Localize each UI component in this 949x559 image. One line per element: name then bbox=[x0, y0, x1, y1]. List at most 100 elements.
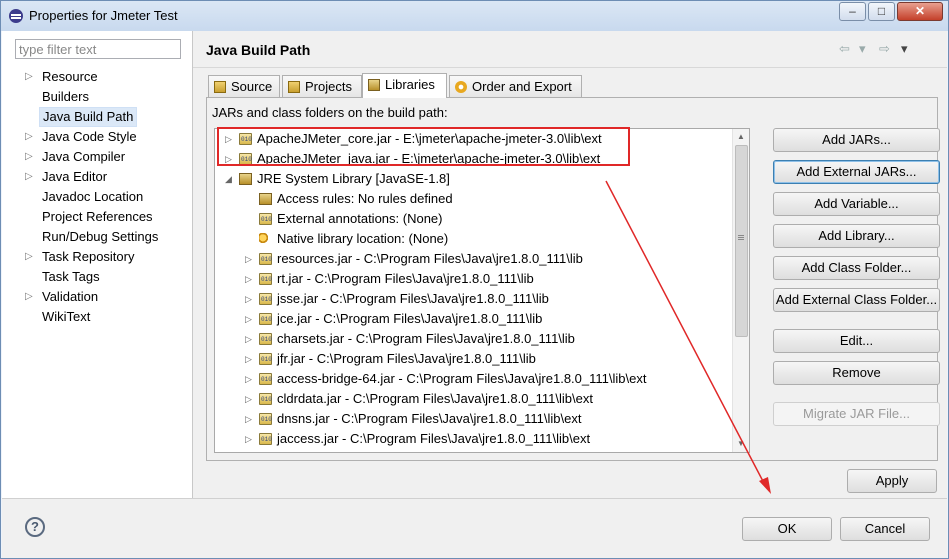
expand-arrow-icon[interactable]: ▷ bbox=[245, 329, 255, 349]
add-class-folder-button[interactable]: Add Class Folder... bbox=[773, 256, 940, 280]
back-dropdown-icon[interactable]: ▾ bbox=[859, 41, 866, 57]
library-row[interactable]: ▷ access-bridge-64.jar - C:\Program Files… bbox=[215, 369, 731, 389]
expand-arrow-icon[interactable]: ▷ bbox=[245, 309, 255, 329]
tab-label: Projects bbox=[305, 79, 352, 94]
library-row[interactable]: ▷ jaccess.jar - C:\Program Files\Java\jre… bbox=[215, 429, 731, 449]
jar-icon bbox=[239, 133, 252, 145]
add-external-class-folder-button[interactable]: Add External Class Folder... bbox=[773, 288, 940, 312]
tree-item-label: Java Editor bbox=[42, 169, 108, 184]
scroll-up-icon[interactable]: ▲ bbox=[733, 129, 749, 145]
expand-arrow-icon[interactable]: ▷ bbox=[245, 289, 255, 309]
maximize-button[interactable]: □ bbox=[868, 2, 895, 21]
expand-arrow-icon[interactable]: ▷ bbox=[245, 369, 255, 389]
expand-arrow-icon[interactable]: ▷ bbox=[245, 249, 255, 269]
scroll-down-icon[interactable]: ▼ bbox=[733, 436, 749, 452]
library-row[interactable]: ▷ ApacheJMeter_java.jar - E:\jmeter\apach… bbox=[215, 149, 731, 169]
tree-item-javadoc-location[interactable]: Javadoc Location bbox=[2, 187, 191, 207]
library-row[interactable]: ▷ cldrdata.jar - C:\Program Files\Java\jr… bbox=[215, 389, 731, 409]
scroll-thumb[interactable] bbox=[735, 145, 748, 337]
add-jars-button[interactable]: Add JARs... bbox=[773, 128, 940, 152]
tree-item-task-tags[interactable]: Task Tags bbox=[2, 267, 191, 287]
tree-item-java-build-path[interactable]: Java Build Path bbox=[2, 107, 191, 127]
cancel-button[interactable]: Cancel bbox=[840, 517, 930, 541]
add-variable-button[interactable]: Add Variable... bbox=[773, 192, 940, 216]
tree-item-label: Run/Debug Settings bbox=[42, 229, 159, 244]
menu-dropdown-icon[interactable]: ▾ bbox=[901, 41, 908, 57]
add-external-jars-button[interactable]: Add External JARs... bbox=[773, 160, 940, 184]
library-row[interactable]: External annotations: (None) bbox=[215, 209, 731, 229]
library-row-label: jfr.jar - C:\Program Files\Java\jre1.8.0… bbox=[277, 351, 536, 366]
library-row-label: External annotations: (None) bbox=[277, 211, 443, 226]
title-bar[interactable]: Properties for Jmeter Test – □ ✕ bbox=[1, 1, 948, 31]
migrate-jar-button: Migrate JAR File... bbox=[773, 402, 940, 426]
vertical-scrollbar[interactable]: ▲ ▼ bbox=[732, 129, 749, 452]
collapse-arrow-icon[interactable]: ◢ bbox=[225, 169, 235, 189]
library-row[interactable]: ▷ resources.jar - C:\Program Files\Java\j… bbox=[215, 249, 731, 269]
dialog-body: ▷ResourceBuildersJava Build Path▷Java Co… bbox=[2, 31, 947, 558]
jar-icon bbox=[259, 353, 272, 365]
tree-item-java-code-style[interactable]: ▷ Java Code Style bbox=[2, 127, 191, 147]
expand-arrow-icon[interactable]: ▷ bbox=[245, 269, 255, 289]
library-row[interactable]: ▷ ApacheJMeter_core.jar - E:\jmeter\apach… bbox=[215, 129, 731, 149]
tree-item-project-references[interactable]: Project References bbox=[2, 207, 191, 227]
footer-divider bbox=[2, 498, 947, 499]
expand-arrow-icon[interactable]: ▷ bbox=[25, 147, 35, 167]
remove-button[interactable]: Remove bbox=[773, 361, 940, 385]
expand-arrow-icon[interactable]: ▷ bbox=[245, 349, 255, 369]
expand-arrow-icon[interactable]: ▷ bbox=[25, 247, 35, 267]
apply-button[interactable]: Apply bbox=[847, 469, 937, 493]
library-row[interactable]: ◢ JRE System Library [JavaSE-1.8] bbox=[215, 169, 731, 189]
tree-item-builders[interactable]: Builders bbox=[2, 87, 191, 107]
properties-dialog: Properties for Jmeter Test – □ ✕ ▷ Resour… bbox=[0, 0, 949, 559]
header-divider bbox=[193, 67, 947, 68]
tab-libraries[interactable]: Libraries bbox=[362, 73, 447, 98]
ok-button[interactable]: OK bbox=[742, 517, 832, 541]
jar-icon bbox=[259, 433, 272, 445]
expand-arrow-icon[interactable]: ▷ bbox=[25, 167, 35, 187]
tree-item-label: Javadoc Location bbox=[42, 189, 144, 204]
tab-source[interactable]: Source bbox=[208, 75, 280, 97]
expand-arrow-icon[interactable]: ▷ bbox=[225, 129, 235, 149]
tree-item-run-debug-settings[interactable]: Run/Debug Settings bbox=[2, 227, 191, 247]
help-icon[interactable]: ? bbox=[25, 517, 45, 537]
library-row[interactable]: ▷ dnsns.jar - C:\Program Files\Java\jre1.… bbox=[215, 409, 731, 429]
tree-item-java-editor[interactable]: ▷ Java Editor bbox=[2, 167, 191, 187]
tab-label: Source bbox=[231, 79, 273, 94]
filter-input[interactable] bbox=[15, 39, 181, 59]
libraries-tree[interactable]: ▷ ApacheJMeter_core.jar - E:\jmeter\apach… bbox=[214, 128, 750, 453]
forward-arrow-icon[interactable]: ⇨ bbox=[879, 41, 890, 57]
library-row[interactable]: ▷ rt.jar - C:\Program Files\Java\jre1.8.0… bbox=[215, 269, 731, 289]
tree-item-java-compiler[interactable]: ▷ Java Compiler bbox=[2, 147, 191, 167]
edit-button[interactable]: Edit... bbox=[773, 329, 940, 353]
project-icon bbox=[288, 81, 300, 93]
library-row[interactable]: ▷ jce.jar - C:\Program Files\Java\jre1.8.… bbox=[215, 309, 731, 329]
expand-arrow-icon[interactable]: ▷ bbox=[25, 67, 35, 87]
library-row-label: rt.jar - C:\Program Files\Java\jre1.8.0_… bbox=[277, 271, 534, 286]
property-page-tree: ▷ResourceBuildersJava Build Path▷Java Co… bbox=[2, 31, 193, 498]
expand-arrow-icon[interactable]: ▷ bbox=[245, 389, 255, 409]
expand-arrow-icon[interactable]: ▷ bbox=[245, 409, 255, 429]
library-row[interactable]: Access rules: No rules defined bbox=[215, 189, 731, 209]
libraries-panel: JARs and class folders on the build path… bbox=[206, 97, 940, 461]
library-row-label: access-bridge-64.jar - C:\Program Files\… bbox=[277, 371, 647, 386]
expand-arrow-icon[interactable]: ▷ bbox=[25, 127, 35, 147]
library-row[interactable]: ▷ jfr.jar - C:\Program Files\Java\jre1.8.… bbox=[215, 349, 731, 369]
library-row[interactable]: Native library location: (None) bbox=[215, 229, 731, 249]
expand-arrow-icon[interactable]: ▷ bbox=[25, 287, 35, 307]
tree-item-validation[interactable]: ▷ Validation bbox=[2, 287, 191, 307]
tab-order-and-export[interactable]: Order and Export bbox=[449, 75, 582, 97]
expand-arrow-icon[interactable]: ▷ bbox=[225, 149, 235, 169]
library-row[interactable]: ▷ jsse.jar - C:\Program Files\Java\jre1.8… bbox=[215, 289, 731, 309]
close-button[interactable]: ✕ bbox=[897, 2, 943, 21]
minimize-button[interactable]: – bbox=[839, 2, 866, 21]
tree-item-wikitext[interactable]: WikiText bbox=[2, 307, 191, 327]
add-library-button[interactable]: Add Library... bbox=[773, 224, 940, 248]
tree-item-task-repository[interactable]: ▷ Task Repository bbox=[2, 247, 191, 267]
tree-item-label: Task Tags bbox=[42, 269, 100, 284]
expand-arrow-icon[interactable]: ▷ bbox=[245, 429, 255, 449]
library-row-label: JRE System Library [JavaSE-1.8] bbox=[257, 171, 450, 186]
tab-projects[interactable]: Projects bbox=[282, 75, 362, 97]
tree-item-resource[interactable]: ▷ Resource bbox=[2, 67, 191, 87]
library-row[interactable]: ▷ charsets.jar - C:\Program Files\Java\jr… bbox=[215, 329, 731, 349]
back-arrow-icon[interactable]: ⇦ bbox=[839, 41, 850, 57]
